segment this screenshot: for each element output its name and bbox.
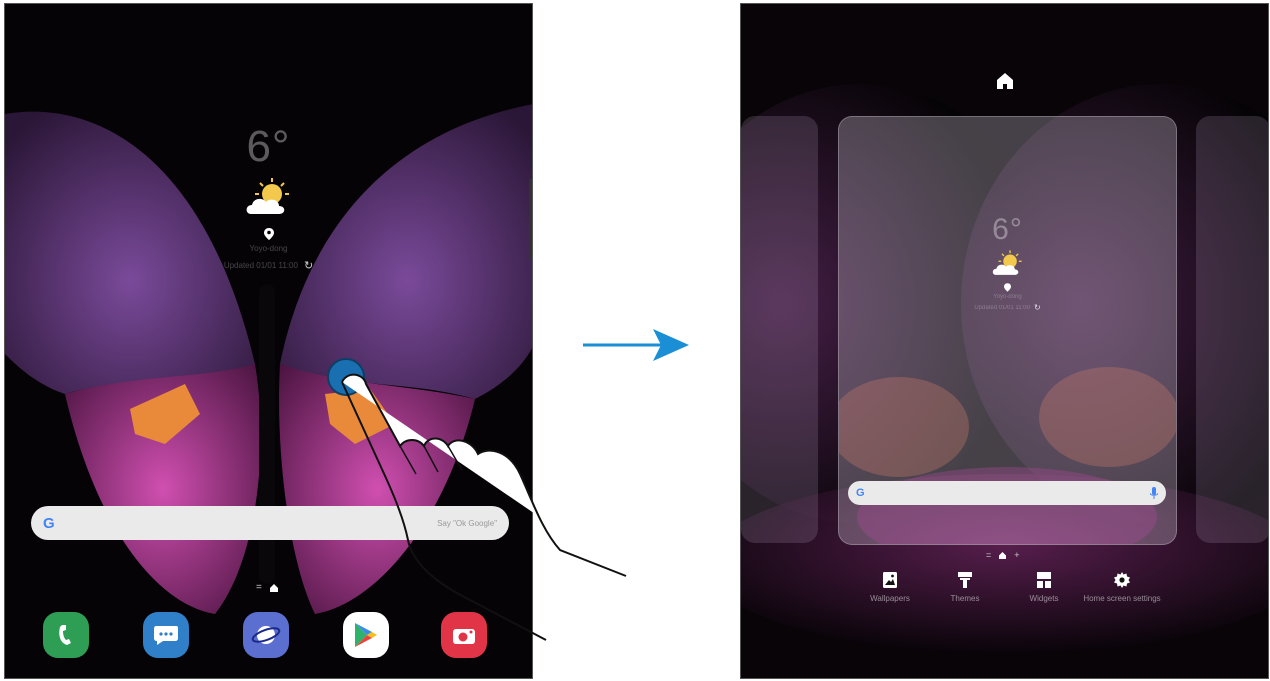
phone-icon (59, 625, 71, 645)
home-edit-phone: 6° Yoyo-dong Updated 01/01 11:00 ↻ G = +… (740, 3, 1269, 679)
home-screen-settings-option[interactable]: Home screen settings (1082, 572, 1162, 604)
card-updated-text: Updated 01/01 11:00 (974, 304, 1030, 311)
card-wallpaper-preview (839, 367, 1176, 544)
card-google-logo-icon: G (856, 487, 865, 499)
menu-lines-icon: = (256, 582, 262, 593)
wallpapers-label: Wallpapers (870, 594, 910, 603)
mic-icon (1150, 487, 1158, 499)
hand-gesture-icon (341, 373, 627, 641)
page-indicator-edit[interactable]: = + (986, 550, 1020, 560)
temperature-text: 6° (246, 122, 291, 171)
themes-label: Themes (950, 594, 980, 603)
refresh-icon[interactable]: ↻ (304, 259, 313, 272)
add-page-icon[interactable]: + (1014, 550, 1019, 560)
home-icon[interactable] (996, 72, 1014, 90)
page-indicator[interactable]: = (256, 582, 278, 593)
menu-lines-icon: = (986, 550, 992, 560)
previous-page-card[interactable] (741, 116, 818, 543)
transition-arrow-icon (583, 329, 689, 361)
location-text: Yoyo-dong (249, 244, 288, 253)
internet-app[interactable] (243, 612, 289, 658)
widgets-option[interactable]: Widgets (1004, 572, 1084, 604)
widgets-icon (1037, 572, 1051, 588)
updated-text: Updated 01/01 11:00 (223, 261, 298, 270)
planet-icon (251, 626, 281, 644)
messages-app[interactable] (143, 612, 189, 658)
home-page-icon (269, 583, 278, 592)
gear-icon (1114, 572, 1130, 588)
widgets-label: Widgets (1029, 594, 1059, 603)
card-partly-cloudy-icon (992, 250, 1022, 275)
google-logo-icon: G (43, 514, 55, 532)
card-location-pin-icon (1004, 283, 1011, 292)
partly-cloudy-icon (246, 178, 289, 214)
card-google-search-bar: G (848, 481, 1166, 505)
card-weather-widget: 6° Yoyo-dong Updated 01/01 11:00 ↻ (839, 213, 1176, 312)
home-screen-settings-label: Home screen settings (1083, 594, 1161, 603)
brush-icon (958, 572, 972, 588)
card-temperature-text: 6° (992, 213, 1023, 246)
themes-option[interactable]: Themes (925, 572, 1005, 604)
image-icon (883, 572, 897, 588)
card-refresh-icon: ↻ (1033, 303, 1041, 312)
phone-app[interactable] (43, 612, 89, 658)
home-page-icon (999, 551, 1007, 559)
wallpapers-option[interactable]: Wallpapers (850, 572, 930, 604)
location-pin-icon (263, 228, 274, 240)
weather-widget[interactable]: 6° Yoyo-dong Updated 01/01 11:00 ↻ (5, 122, 532, 272)
current-page-card[interactable]: 6° Yoyo-dong Updated 01/01 11:00 ↻ G (838, 116, 1177, 545)
message-icon (154, 626, 178, 645)
card-location-text: Yoyo-dong (993, 294, 1022, 300)
next-page-card[interactable] (1196, 116, 1268, 543)
